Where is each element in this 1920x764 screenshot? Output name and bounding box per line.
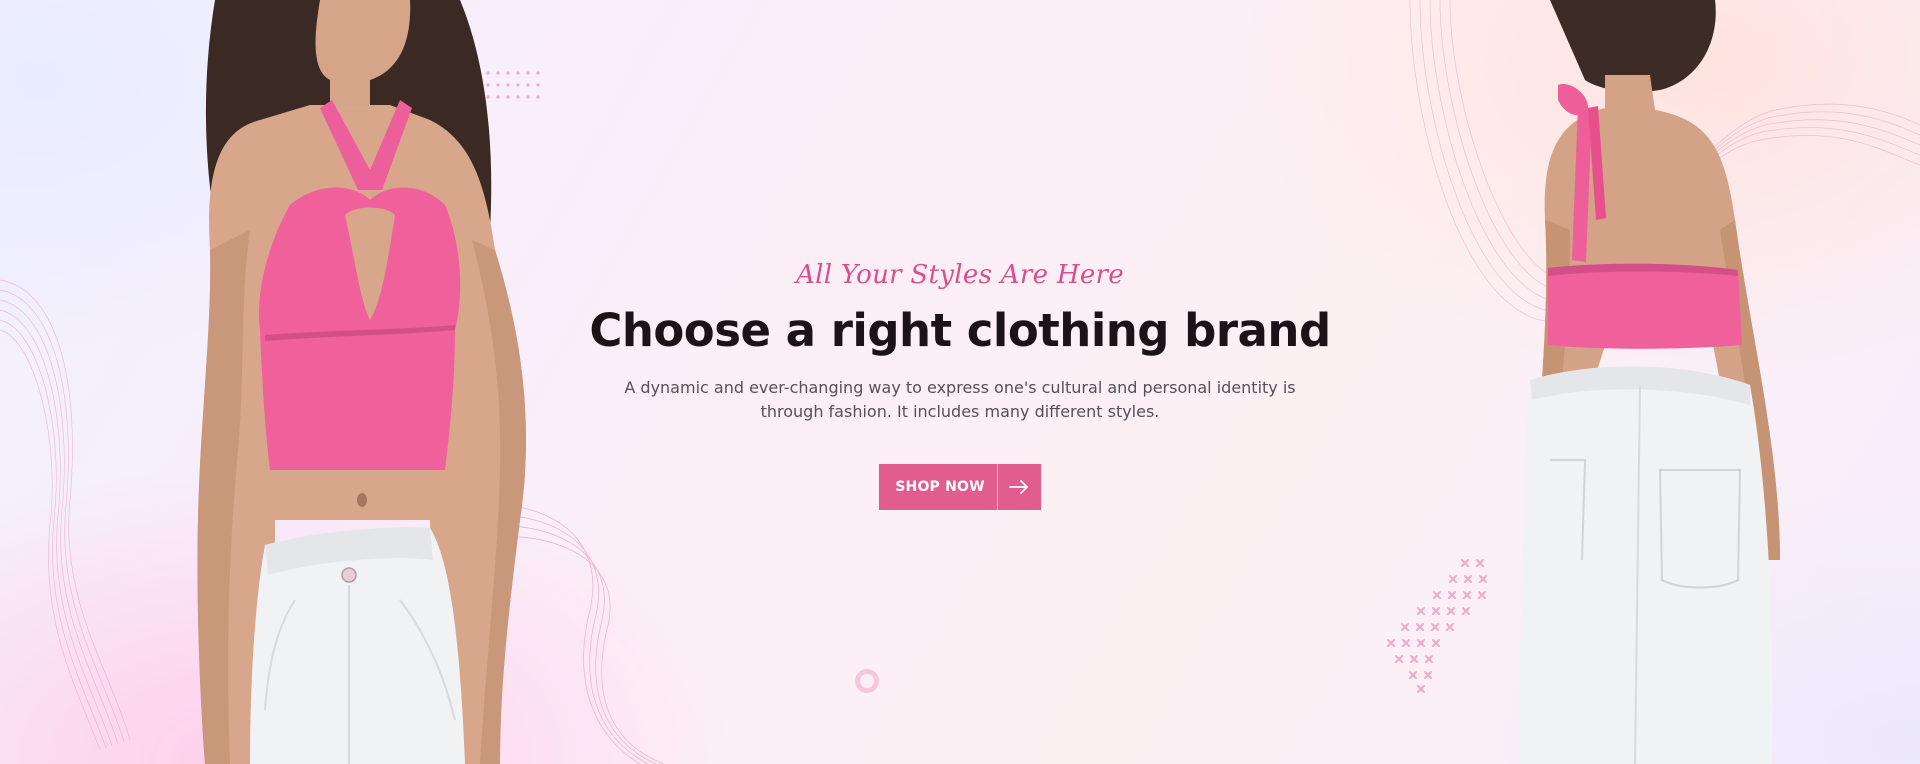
ring-decoration [855, 669, 879, 693]
shop-now-label: SHOP NOW [895, 479, 985, 495]
hero-description: A dynamic and ever-changing way to expre… [624, 378, 1296, 421]
hero-tagline: All Your Styles Are Here [796, 260, 1124, 290]
shop-now-button[interactable]: SHOP NOW [879, 464, 1041, 510]
arrow-right-icon [996, 464, 1041, 510]
hero-headline: Choose a right clothing brand [589, 304, 1331, 357]
hero-content: All Your Styles Are Here Choose a right … [560, 258, 1360, 510]
model-front-image [197, 0, 526, 764]
hero-banner: All Your Styles Are Here Choose a right … [0, 0, 1920, 764]
model-back-image [1520, 0, 1780, 764]
